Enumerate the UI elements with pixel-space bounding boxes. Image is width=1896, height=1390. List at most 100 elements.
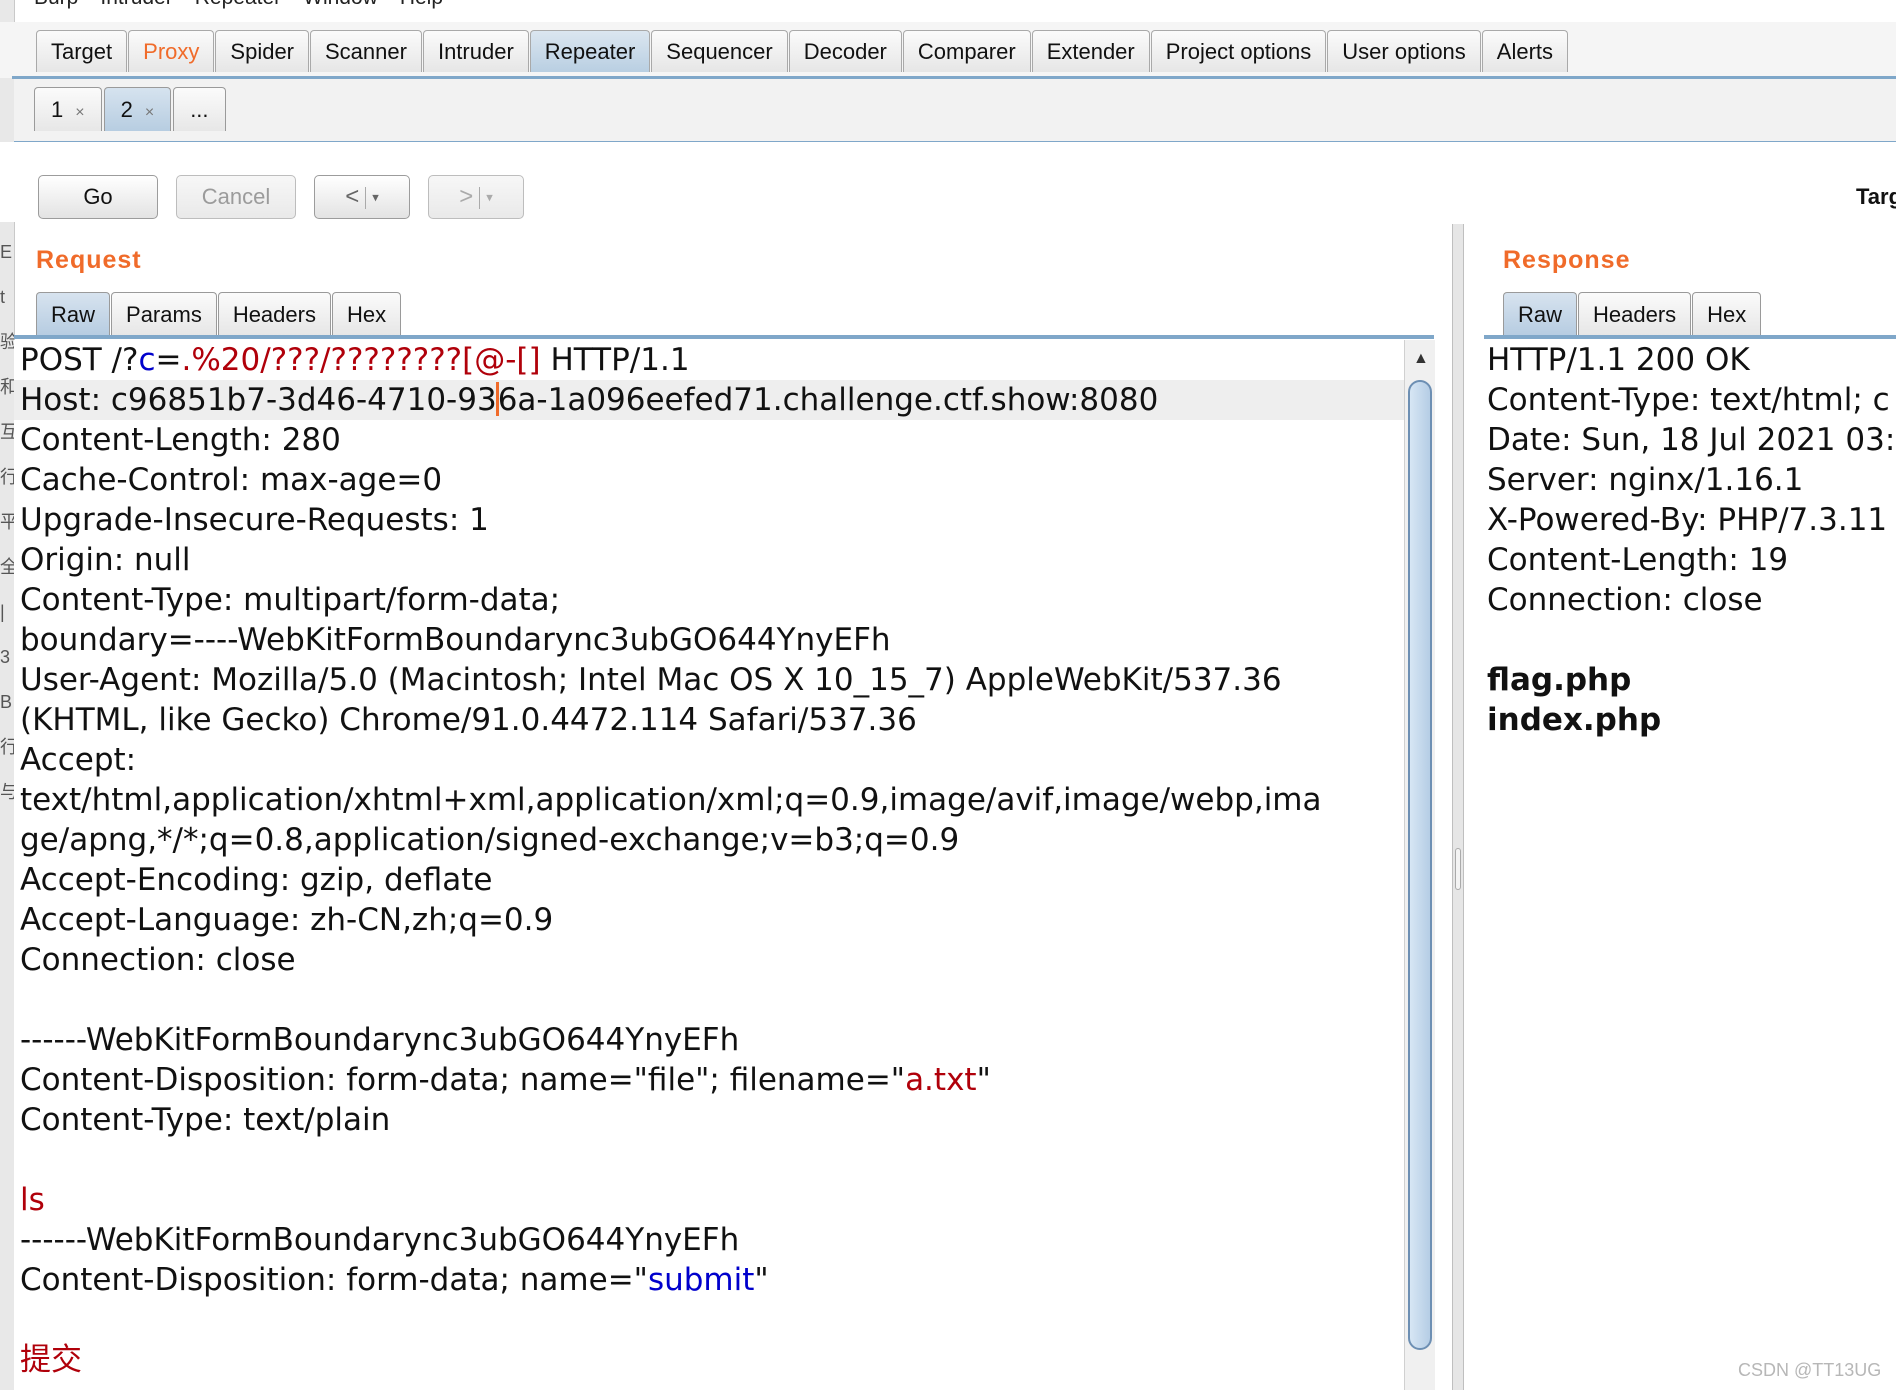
toolbar: Go Cancel < ▾ > ▾ Targ <box>0 142 1896 222</box>
response-title: Response <box>1503 246 1631 274</box>
go-button[interactable]: Go <box>38 175 158 219</box>
request-tab-params[interactable]: Params <box>111 292 217 336</box>
response-header-line: Content-Length: 19 <box>1487 542 1789 578</box>
response-body-line: index.php <box>1487 702 1662 738</box>
left-edge-char: B <box>0 692 13 712</box>
left-edge-char: 与 <box>0 770 14 815</box>
file-body-line: ls <box>20 1182 45 1218</box>
header-line: text/html,application/xhtml+xml,applicat… <box>20 782 1322 818</box>
tab-comparer[interactable]: Comparer <box>902 30 1031 72</box>
header-line: Accept: <box>20 742 137 778</box>
response-editor[interactable]: HTTP/1.1 200 OK Content-Type: text/html;… <box>1484 340 1896 1390</box>
left-edge-char: E <box>0 242 13 262</box>
menu-bar: Burp Intruder Repeater Window Help <box>0 0 1896 16</box>
tab-repeater[interactable]: Repeater <box>529 30 651 72</box>
tab-proxy[interactable]: Proxy <box>128 30 215 72</box>
submit-body-line: 提交 <box>20 1342 82 1378</box>
header-line: Accept-Language: zh-CN,zh;q=0.9 <box>20 902 554 938</box>
tab-intruder[interactable]: Intruder <box>422 30 529 72</box>
scrollbar-thumb[interactable] <box>1408 380 1432 1350</box>
tab-scanner[interactable]: Scanner <box>310 30 422 72</box>
scroll-up-icon[interactable]: ▲ <box>1413 350 1429 368</box>
request-tabs-underline <box>14 335 1434 339</box>
response-header-line: X-Powered-By: PHP/7.3.11 <box>1487 502 1888 538</box>
request-scrollbar[interactable]: ▲ <box>1404 340 1435 1390</box>
repeater-tab-1[interactable]: 1 × <box>34 87 102 131</box>
request-tab-headers[interactable]: Headers <box>217 292 331 336</box>
menu-repeater[interactable]: Repeater <box>195 0 281 10</box>
splitter-grip[interactable] <box>1455 848 1461 890</box>
tab-extender[interactable]: Extender <box>1031 30 1150 72</box>
response-header-line: Server: nginx/1.16.1 <box>1487 462 1804 498</box>
repeater-tab-label: 1 <box>51 97 64 122</box>
response-header-line: Connection: close <box>1487 582 1763 618</box>
repeater-tab-new[interactable]: ... <box>173 87 226 131</box>
query-param-name: c <box>138 342 156 378</box>
menu-window[interactable]: Window <box>303 0 378 10</box>
repeater-tab-bar: 1 × 2 × ... <box>14 79 1896 144</box>
header-line: (KHTML, like Gecko) Chrome/91.0.4472.114… <box>20 702 917 738</box>
menu-help[interactable]: Help <box>400 0 443 10</box>
close-icon[interactable]: × <box>75 104 84 121</box>
left-edge-char: 互 <box>0 410 14 455</box>
main-tab-bar: Target Proxy Spider Scanner Intruder Rep… <box>0 22 1896 78</box>
host-line: Host: c96851b7-3d46-4710-936a-1a096eefed… <box>14 380 1404 420</box>
header-line: Connection: close <box>20 942 296 978</box>
tab-spider[interactable]: Spider <box>215 30 309 72</box>
chevron-down-icon: ▾ <box>372 189 379 205</box>
watermark: CSDN @TT13UG <box>1738 1360 1882 1380</box>
pane-splitter[interactable] <box>1452 224 1464 1390</box>
request-tab-raw[interactable]: Raw <box>36 292 111 336</box>
response-tab-headers[interactable]: Headers <box>1578 292 1692 336</box>
filename-value: a.txt <box>905 1062 977 1098</box>
left-edge-char: 全 <box>0 545 14 590</box>
request-tabs: Raw Params Headers Hex <box>36 292 402 336</box>
tab-alerts[interactable]: Alerts <box>1481 30 1569 72</box>
forward-button[interactable]: > ▾ <box>428 175 524 219</box>
request-line: POST /?c=.%20/???/????????[@-[] HTTP/1.1 <box>20 342 690 378</box>
back-button[interactable]: < ▾ <box>314 175 410 219</box>
header-line: Cache-Control: max-age=0 <box>20 462 443 498</box>
response-tabs-underline <box>1484 335 1896 339</box>
left-edge-char: 行 <box>0 725 14 770</box>
close-icon[interactable]: × <box>145 104 154 121</box>
tab-user-options[interactable]: User options <box>1327 30 1481 72</box>
tab-decoder[interactable]: Decoder <box>788 30 902 72</box>
left-edge-char: t <box>0 287 6 307</box>
response-body-line: flag.php <box>1487 662 1632 698</box>
response-tab-raw[interactable]: Raw <box>1503 292 1578 336</box>
left-edge-char: 验 <box>0 320 14 365</box>
content-disposition-line: Content-Disposition: form-data; name="su… <box>20 1262 769 1298</box>
header-line: ge/apng,*/*;q=0.8,application/signed-exc… <box>20 822 960 858</box>
tab-project-options[interactable]: Project options <box>1150 30 1327 72</box>
content-disposition-line: Content-Disposition: form-data; name="fi… <box>20 1062 991 1098</box>
header-line: Origin: null <box>20 542 191 578</box>
part-content-type-line: Content-Type: text/plain <box>20 1102 391 1138</box>
header-line: Accept-Encoding: gzip, deflate <box>20 862 493 898</box>
header-line: Content-Type: multipart/form-data; <box>20 582 561 618</box>
tab-sequencer[interactable]: Sequencer <box>651 30 788 72</box>
menu-intruder[interactable]: Intruder <box>100 0 172 10</box>
response-header-line: Date: Sun, 18 Jul 2021 03: <box>1487 422 1896 458</box>
repeater-tab-2[interactable]: 2 × <box>103 87 172 131</box>
left-edge-char: 和 <box>0 365 14 410</box>
left-edge-char: | <box>0 602 5 622</box>
tab-target[interactable]: Target <box>36 30 128 72</box>
left-edge-char: 行 <box>0 455 14 500</box>
response-tab-hex[interactable]: Hex <box>1692 292 1762 336</box>
cancel-button[interactable]: Cancel <box>176 175 296 219</box>
header-line: boundary=----WebKitFormBoundarync3ubGO64… <box>20 622 891 658</box>
target-label[interactable]: Targ <box>1856 184 1896 210</box>
request-editor[interactable]: POST /?c=.%20/???/????????[@-[] HTTP/1.1… <box>14 340 1404 1390</box>
request-title: Request <box>36 246 142 274</box>
request-tab-hex[interactable]: Hex <box>331 292 402 336</box>
boundary-line: ------WebKitFormBoundarync3ubGO644YnyEFh <box>20 1022 740 1058</box>
header-line: Upgrade-Insecure-Requests: 1 <box>20 502 489 538</box>
chevron-down-icon: ▾ <box>486 189 493 205</box>
header-line: User-Agent: Mozilla/5.0 (Macintosh; Inte… <box>20 662 1282 698</box>
menu-burp[interactable]: Burp <box>34 0 78 10</box>
